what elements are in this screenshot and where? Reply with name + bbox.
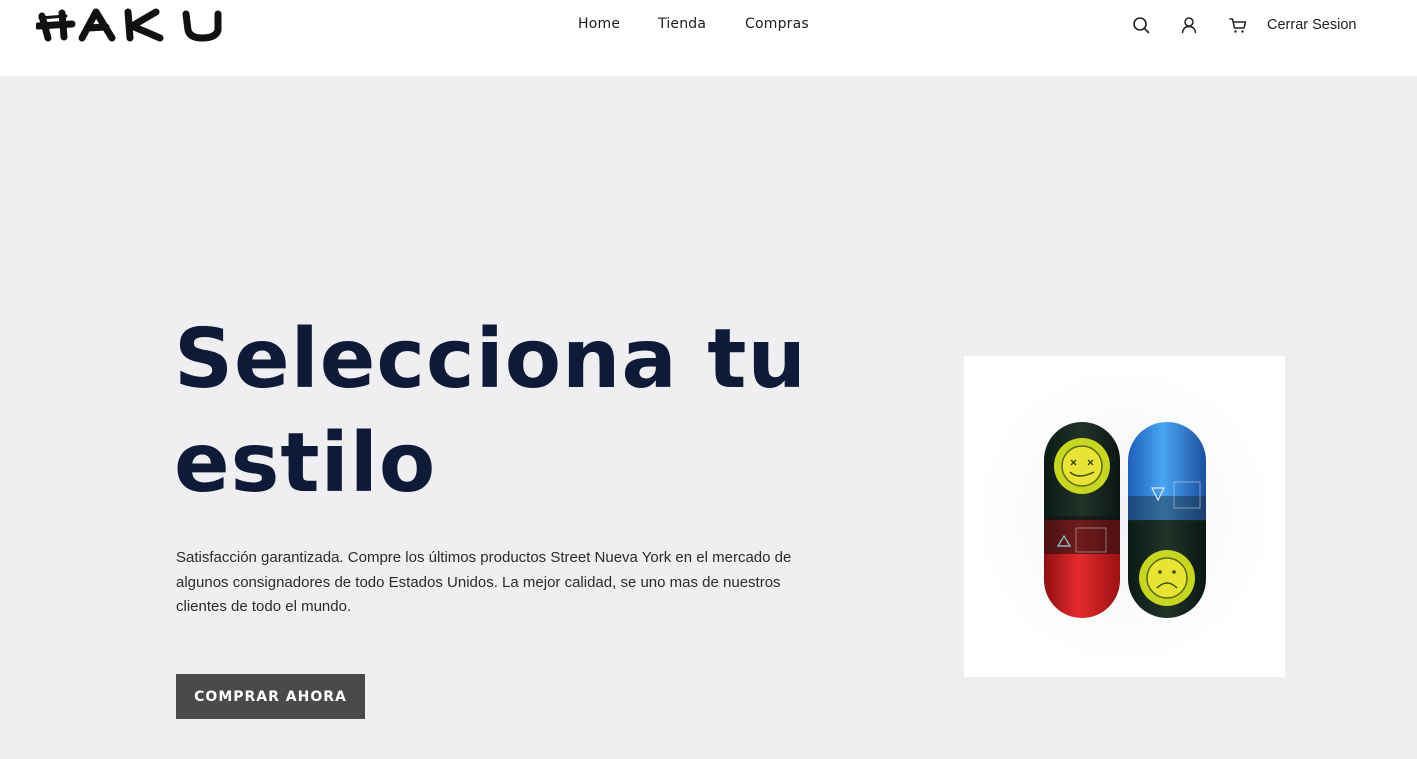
hero-title: Selecciona tu estilo: [174, 312, 807, 511]
logout-link[interactable]: Cerrar Sesion: [1267, 17, 1356, 33]
user-icon[interactable]: [1178, 14, 1200, 36]
search-icon[interactable]: [1130, 14, 1152, 36]
product-image: [964, 356, 1285, 677]
brand-logo[interactable]: [36, 4, 248, 44]
header-tools: Cerrar Sesion: [1128, 14, 1368, 38]
cart-icon[interactable]: [1227, 14, 1249, 36]
nav-tienda[interactable]: Tienda: [658, 16, 718, 32]
nav-compras[interactable]: Compras: [745, 16, 825, 32]
shop-now-button[interactable]: COMPRAR AHORA: [176, 674, 365, 719]
hero-description: Satisfacción garantizada. Compre los últ…: [176, 549, 792, 615]
nav-home[interactable]: Home: [578, 16, 638, 32]
site-header: Home Tienda Compras Cerrar Sesion: [0, 0, 1417, 76]
